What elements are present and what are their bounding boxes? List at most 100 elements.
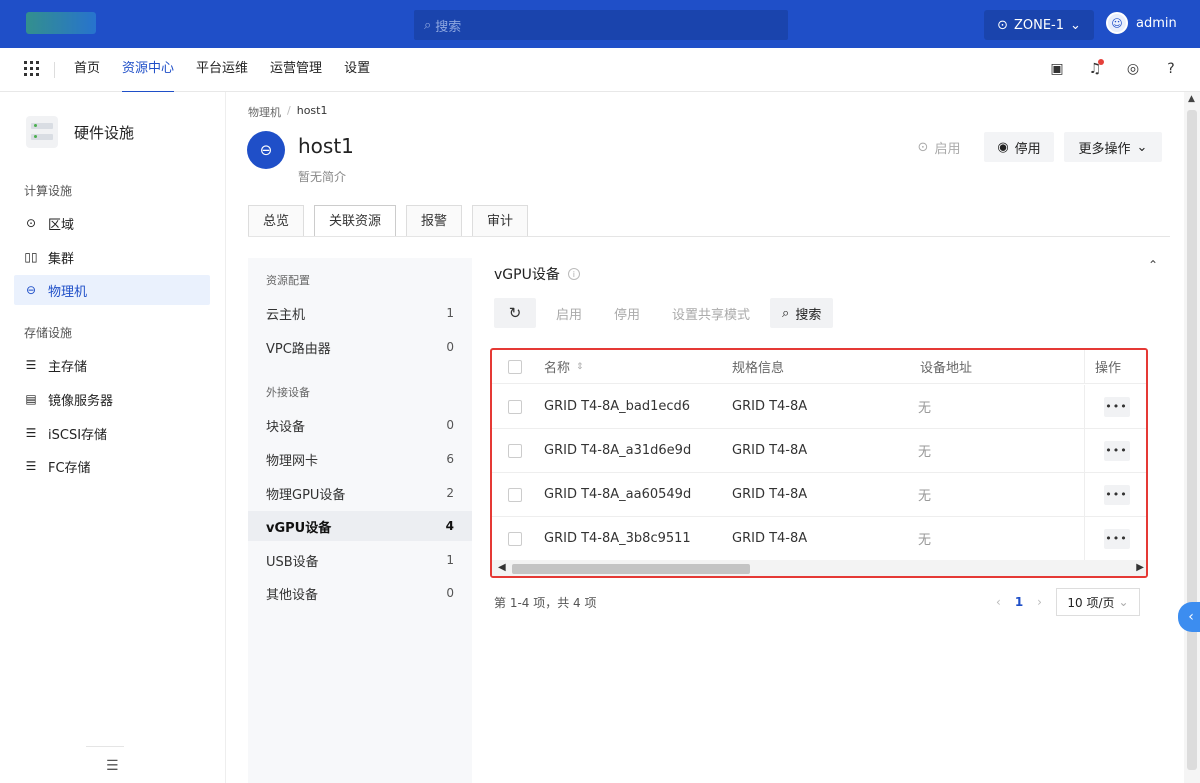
sidebar-item-image-server[interactable]: ▤ 镜像服务器 [14,384,210,414]
resource-item-count: 0 [446,340,454,354]
row-name: GRID T4-8A_3b8c9511 [544,531,691,546]
sidebar-item-iscsi[interactable]: ☰ iSCSI存储 [14,418,210,448]
sidebar-item-cluster[interactable]: ▯▯ 集群 [14,242,210,272]
column-name[interactable]: 名称 [544,357,570,376]
resource-group-external: 外接设备 [266,386,310,399]
sidebar-item-zone[interactable]: ⊙ 区域 [14,208,210,238]
resource-item-label: vGPU设备 [266,520,332,536]
nav-item-settings[interactable]: 设置 [344,48,370,92]
collapse-sidebar-icon[interactable]: ☰ [106,758,119,774]
resource-item-vgpu[interactable]: vGPU设备 4 [248,511,472,541]
page-number[interactable]: 1 [1015,595,1023,609]
resource-item-label: 其他设备 [266,587,319,603]
start-button-label: 启用 [934,141,961,157]
apps-grid-icon[interactable] [24,61,40,77]
resource-item-block-device[interactable]: 块设备 0 [248,410,472,440]
global-search-input[interactable]: ⌕ 搜索 [414,10,788,40]
expand-panel-button[interactable]: ‹ [1178,602,1200,632]
help-icon[interactable]: ? [1162,60,1180,78]
detail-tabs: 总览 关联资源 报警 审计 [248,205,538,237]
vertical-scrollbar-thumb[interactable] [1187,110,1197,770]
row-name: GRID T4-8A_a31d6e9d [544,443,692,458]
nav-item-home[interactable]: 首页 [74,48,100,92]
breadcrumb-parent[interactable]: 物理机 [248,104,281,120]
bell-icon[interactable]: ♫ [1086,59,1104,78]
refresh-button[interactable]: ↻ [494,298,536,328]
scrollbar-thumb[interactable] [512,564,750,574]
sidebar-item-host[interactable]: ⊖ 物理机 [14,275,210,305]
scroll-right-icon[interactable]: ▶ [1136,560,1144,576]
server-icon: ▤ [25,392,37,406]
row-more-button[interactable]: ••• [1103,396,1130,417]
share-mode-button[interactable]: 设置共享模式 [660,298,763,328]
stop-button[interactable]: ◉ 停用 [984,132,1054,162]
database-icon: ☰ [25,459,37,473]
prev-page-icon[interactable]: ‹ [996,595,1001,609]
scroll-left-icon[interactable]: ◀ [498,560,506,576]
select-all-checkbox[interactable] [508,359,522,374]
row-address: 无 [918,401,932,416]
table-row[interactable]: GRID T4-8A_bad1ecd6 GRID T4-8A 无 ••• [492,385,1146,429]
resource-item-vpc-router[interactable]: VPC路由器 0 [248,332,472,362]
search-icon: ⌕ [782,305,790,321]
sidebar-item-primary-storage[interactable]: ☰ 主存储 [14,350,210,380]
table-row[interactable]: GRID T4-8A_aa60549d GRID T4-8A 无 ••• [492,473,1146,517]
nav-item-operations[interactable]: 运营管理 [270,48,322,92]
next-page-icon[interactable]: › [1037,595,1042,609]
resource-item-physical-gpu[interactable]: 物理GPU设备 2 [248,478,472,508]
row-spec: GRID T4-8A [732,443,808,458]
table-row[interactable]: GRID T4-8A_3b8c9511 GRID T4-8A 无 ••• [492,517,1146,561]
sort-icon[interactable]: ⇕ [576,362,584,372]
theme-icon[interactable]: ◎ [1124,60,1142,78]
chevron-down-icon: ⌄ [1070,17,1081,33]
info-icon[interactable]: i [567,268,580,280]
message-icon[interactable]: ▣ [1048,60,1066,78]
row-more-button[interactable]: ••• [1103,528,1130,549]
disable-button[interactable]: 停用 [602,298,653,328]
user-menu[interactable]: ☺ admin [1106,12,1177,34]
resource-item-count: 0 [446,586,454,600]
resource-list: 资源配置 云主机 1 VPC路由器 0 外接设备 块设备 0 物理网卡 6 物理… [248,258,472,783]
sidebar-item-label: 镜像服务器 [48,393,114,409]
row-more-button[interactable]: ••• [1103,440,1130,461]
vertical-scrollbar[interactable]: ▲ [1184,92,1200,783]
tab-alarm[interactable]: 报警 [406,205,463,237]
scroll-up-icon[interactable]: ▲ [1188,94,1195,104]
search-button[interactable]: ⌕ 搜索 [770,298,834,328]
more-actions-label: 更多操作 [1078,141,1131,157]
sidebar-item-fc[interactable]: ☰ FC存储 [14,451,210,481]
table-row[interactable]: GRID T4-8A_a31d6e9d GRID T4-8A 无 ••• [492,429,1146,473]
resource-item-physical-nic[interactable]: 物理网卡 6 [248,444,472,474]
sidebar-item-label: 物理机 [48,284,88,300]
more-actions-button[interactable]: 更多操作 ⌄ [1064,132,1162,162]
page-size-select[interactable]: 10 项/页 ⌄ [1055,588,1140,616]
breadcrumb-separator: / [287,104,291,117]
row-checkbox[interactable] [508,443,522,458]
collapse-up-icon[interactable]: ⌃ [1148,258,1158,272]
breadcrumb-current: host1 [296,104,328,117]
row-more-button[interactable]: ••• [1103,484,1130,505]
resource-item-vm[interactable]: 云主机 1 [248,298,472,328]
logo[interactable] [26,12,96,34]
top-bar: ⌕ 搜索 ⊙ ZONE-1 ⌄ ☺ admin [0,0,1200,48]
horizontal-scrollbar[interactable]: ◀ ▶ [492,560,1146,576]
tab-related-resources[interactable]: 关联资源 [314,205,397,237]
zone-selector[interactable]: ⊙ ZONE-1 ⌄ [984,10,1094,40]
nav-item-platform-ops[interactable]: 平台运维 [196,48,248,92]
resource-item-other[interactable]: 其他设备 0 [248,578,472,608]
page-title: host1 [298,134,354,158]
refresh-icon: ↻ [508,304,522,322]
sidebar-item-label: FC存储 [48,460,91,476]
row-address: 无 [918,489,932,504]
tab-overview[interactable]: 总览 [248,205,305,237]
play-icon: ⊙ [917,139,929,155]
row-checkbox[interactable] [508,487,522,502]
start-button[interactable]: ⊙ 启用 [908,132,970,162]
row-checkbox[interactable] [508,399,522,414]
enable-button[interactable]: 启用 [544,298,595,328]
row-checkbox[interactable] [508,531,522,546]
nav-item-resource-center[interactable]: 资源中心 [122,48,175,93]
resource-item-usb[interactable]: USB设备 1 [248,545,472,575]
cluster-icon: ▯▯ [24,250,38,264]
tab-audit[interactable]: 审计 [472,205,529,237]
